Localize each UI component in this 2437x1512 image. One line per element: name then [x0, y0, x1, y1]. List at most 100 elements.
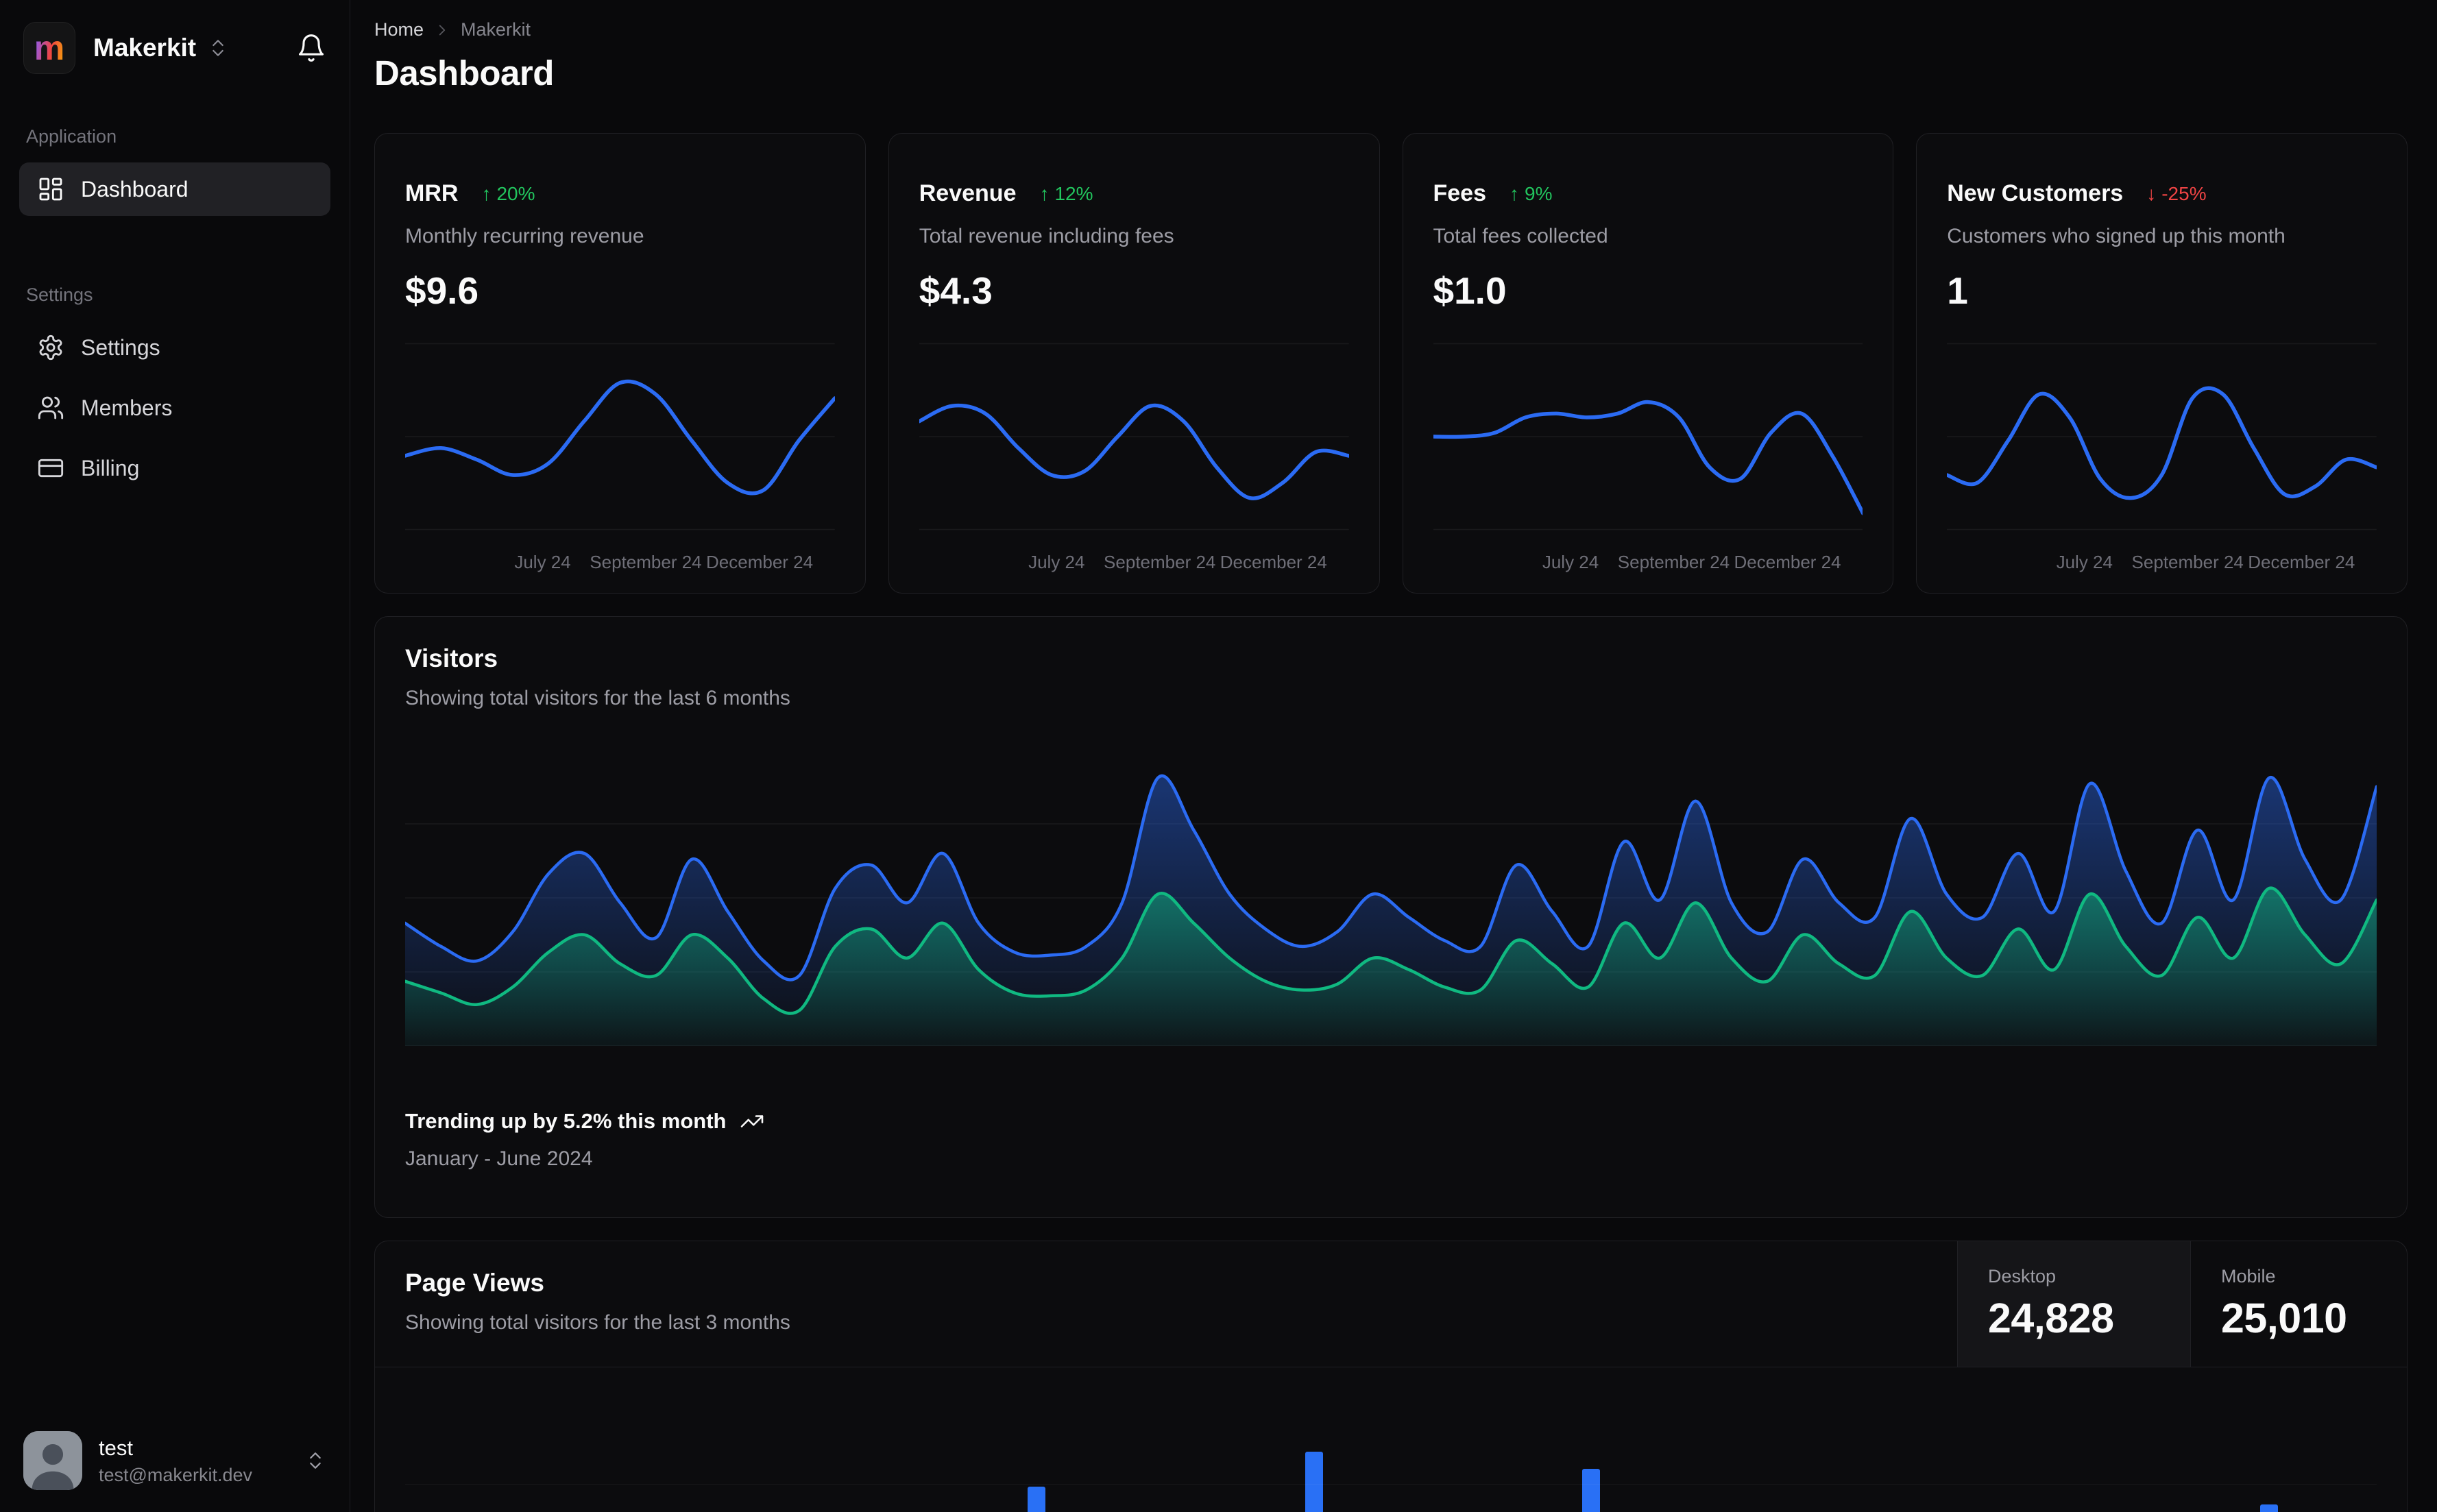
bar-slot: [559, 1387, 590, 1512]
page-views-subtitle: Showing total visitors for the last 3 mo…: [405, 1311, 790, 1334]
stat-card-title: Revenue: [919, 180, 1017, 206]
visitors-footer: Trending up by 5.2% this month January -…: [405, 1109, 2377, 1171]
toggle-desktop[interactable]: Desktop 24,828: [1957, 1241, 2190, 1367]
bar-slot: [1976, 1387, 2007, 1512]
bar-slot: [2253, 1387, 2284, 1512]
sidebar-item-dashboard[interactable]: Dashboard: [19, 162, 330, 216]
dashboard-icon: [39, 178, 62, 201]
gear-icon: [39, 334, 62, 361]
bar-slot: [2315, 1387, 2346, 1512]
x-axis-label: July 24: [1542, 552, 1599, 572]
bar: [1028, 1487, 1046, 1512]
bar-slot: [682, 1387, 713, 1512]
bar: [1582, 1469, 1601, 1512]
page-views-card: Page Views Showing total visitors for th…: [374, 1241, 2408, 1512]
bar-slot: [1237, 1387, 1268, 1512]
bar-slot: [1298, 1387, 1329, 1512]
bar: [1305, 1451, 1323, 1512]
breadcrumb-home[interactable]: Home: [374, 19, 424, 40]
trend-badge: ↑ 20%: [481, 182, 535, 204]
sidebar-item-members[interactable]: Members: [19, 381, 330, 435]
bar-slot: [1360, 1387, 1391, 1512]
bar-slot: [1268, 1387, 1298, 1512]
stat-card-new-customers: New Customers ↓ -25% Customers who signed…: [1916, 133, 2408, 594]
stat-card-description: Customers who signed up this month: [1947, 225, 2286, 247]
user-meta: test test@makerkit.dev: [99, 1436, 252, 1486]
bar-slot: [467, 1387, 498, 1512]
bar-slot: [1822, 1387, 1853, 1512]
bar-slot: [1175, 1387, 1206, 1512]
sidebar-item-settings[interactable]: Settings: [19, 321, 330, 374]
breadcrumb: Home Makerkit: [374, 19, 2408, 40]
bar-slot: [2161, 1387, 2192, 1512]
bar-slot: [867, 1387, 898, 1512]
notifications-button[interactable]: [296, 33, 326, 63]
bar-slot: [2007, 1387, 2038, 1512]
bar-slot: [1545, 1387, 1576, 1512]
x-axis-label: July 24: [1028, 552, 1085, 572]
bar-slot: [713, 1387, 744, 1512]
bar-slot: [1391, 1387, 1422, 1512]
chevrons-up-down-icon: [310, 1452, 321, 1469]
bar-slot: [1884, 1387, 1915, 1512]
sidebar-item-label: Members: [81, 395, 173, 420]
section-label-settings: Settings: [26, 284, 93, 305]
visitors-area-chart: [405, 774, 2377, 1046]
bar-slot: [652, 1387, 683, 1512]
trend-arrow-icon: ↑: [1039, 182, 1050, 204]
users-icon: [38, 396, 64, 419]
bar-slot: [2100, 1387, 2131, 1512]
sparkline-chart: July 24 September 24 December 24: [1947, 331, 2377, 575]
user-menu[interactable]: test test@makerkit.dev: [19, 1427, 330, 1494]
bar-slot: [836, 1387, 867, 1512]
avatar-placeholder: [23, 1431, 82, 1490]
trend-arrow-icon: ↓: [2146, 182, 2157, 204]
bar-slot: [405, 1387, 436, 1512]
stat-card-title: MRR: [405, 180, 459, 206]
bar-slot: [1760, 1387, 1791, 1512]
bar-slot: [805, 1387, 836, 1512]
visitors-period: January - June 2024: [405, 1147, 593, 1170]
bar-slot: [1114, 1387, 1145, 1512]
trending-up-icon: [741, 1115, 764, 1127]
bar-slot: [1668, 1387, 1699, 1512]
x-axis-label: December 24: [706, 552, 814, 572]
visitors-subtitle: Showing total visitors for the last 6 mo…: [405, 687, 790, 709]
sidebar-item-billing[interactable]: Billing: [19, 441, 330, 495]
visitors-trend-text: Trending up by 5.2% this month: [405, 1109, 727, 1133]
avatar: [23, 1431, 82, 1490]
bar-slot: [1206, 1387, 1237, 1512]
bar-slot: [1329, 1387, 1360, 1512]
bar-slot: [436, 1387, 467, 1512]
stat-card-description: Monthly recurring revenue: [405, 225, 644, 247]
bar-slot: [498, 1387, 529, 1512]
app-logo-letter: m: [34, 29, 65, 67]
main-content: Home Makerkit Dashboard MRR ↑ 20% Monthly…: [350, 0, 2437, 1512]
bar-slot: [744, 1387, 775, 1512]
workspace-selector[interactable]: Makerkit: [93, 34, 229, 62]
bar-slot: [2069, 1387, 2100, 1512]
workspace-row: m Makerkit: [19, 19, 330, 77]
stat-card-revenue: Revenue ↑ 12% Total revenue including fee…: [888, 133, 1380, 594]
bar-slot: [1576, 1387, 1607, 1512]
trend-arrow-icon: ↑: [481, 182, 492, 204]
bar-slot: [621, 1387, 652, 1512]
visitors-card: Visitors Showing total visitors for the …: [374, 616, 2408, 1218]
user-name: test: [99, 1435, 133, 1460]
bar-slot: [1607, 1387, 1638, 1512]
bar-slot: [1052, 1387, 1083, 1512]
x-axis-label: December 24: [1734, 552, 1841, 572]
user-email: test@makerkit.dev: [99, 1464, 252, 1485]
bar-slot: [1853, 1387, 1884, 1512]
bar-slot: [1422, 1387, 1453, 1512]
x-axis-label: September 24: [1617, 552, 1730, 572]
trend-badge: ↓ -25%: [2146, 182, 2207, 204]
x-axis-label: July 24: [2056, 552, 2113, 572]
bar-slot: [929, 1387, 960, 1512]
trend-badge: ↑ 12%: [1039, 182, 1093, 204]
toggle-mobile[interactable]: Mobile 25,010: [2190, 1241, 2407, 1367]
x-axis-label: July 24: [514, 552, 571, 572]
x-axis-label: September 24: [590, 552, 702, 572]
bar-slot: [991, 1387, 1021, 1512]
gridline: [405, 1483, 2377, 1485]
